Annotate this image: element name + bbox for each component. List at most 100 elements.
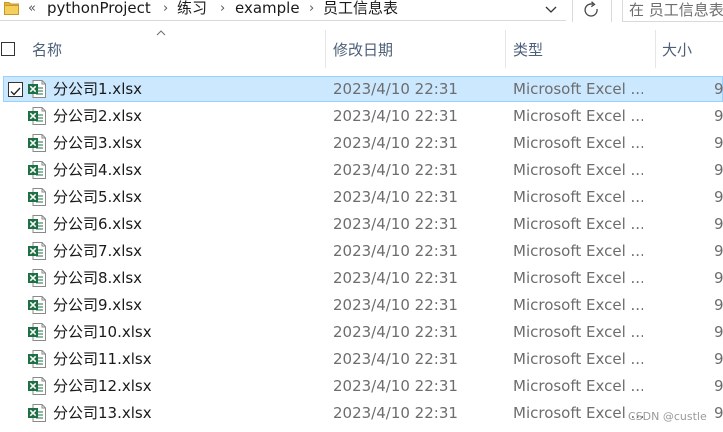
column-header: 名称 修改日期 类型 大小 [0,24,723,76]
excel-file-icon [27,187,47,207]
file-name: 分公司5.xlsx [53,188,143,206]
file-name: 分公司4.xlsx [53,161,143,179]
search-input[interactable] [629,0,723,19]
file-row[interactable]: 分公司5.xlsx 2023/4/10 22:31 Microsoft Exce… [0,184,723,211]
file-size: 9 [714,161,723,179]
file-date: 2023/4/10 22:31 [333,215,458,233]
file-row[interactable]: 分公司13.xlsx 2023/4/10 22:31 Microsoft Exc… [0,400,723,427]
excel-file-icon [27,106,47,126]
file-type: Microsoft Excel ... [513,134,643,152]
file-name: 分公司12.xlsx [53,377,152,395]
file-size: 9 [714,296,723,314]
breadcrumb-separator[interactable]: › [220,0,225,17]
file-name: 分公司7.xlsx [53,242,143,260]
column-header-size[interactable]: 大小 [662,40,692,60]
file-date: 2023/4/10 22:31 [333,323,458,341]
breadcrumb-pythonproject[interactable]: pythonProject [47,0,151,17]
file-size: 9 [714,188,723,206]
file-name: 分公司6.xlsx [53,215,143,233]
excel-file-icon [27,403,47,423]
excel-file-icon [27,322,47,342]
file-size: 9 [714,377,723,395]
excel-file-icon [27,79,47,99]
file-name: 分公司10.xlsx [53,323,152,341]
file-type: Microsoft Excel ... [513,269,643,287]
search-box[interactable] [622,0,723,22]
file-date: 2023/4/10 22:31 [333,242,458,260]
file-date: 2023/4/10 22:31 [333,404,458,422]
file-row[interactable]: 分公司12.xlsx 2023/4/10 22:31 Microsoft Exc… [0,373,723,400]
file-name: 分公司3.xlsx [53,134,143,152]
folder-icon [4,2,19,15]
file-name: 分公司1.xlsx [53,80,143,98]
file-date: 2023/4/10 22:31 [333,107,458,125]
breadcrumb-员工信息表[interactable]: 员工信息表 [323,0,398,17]
refresh-icon [584,1,598,17]
overflow-breadcrumb-button[interactable]: « [28,0,36,17]
file-row[interactable]: 分公司6.xlsx 2023/4/10 22:31 Microsoft Exce… [0,211,723,238]
file-type: Microsoft Excel ... [513,377,643,395]
file-row[interactable]: 分公司11.xlsx 2023/4/10 22:31 Microsoft Exc… [0,346,723,373]
file-row[interactable]: 分公司4.xlsx 2023/4/10 22:31 Microsoft Exce… [0,157,723,184]
file-size: 9 [714,269,723,287]
file-date: 2023/4/10 22:31 [333,161,458,179]
row-checkbox[interactable] [8,82,23,97]
file-size: 9 [714,215,723,233]
file-date: 2023/4/10 22:31 [333,350,458,368]
column-header-name[interactable]: 名称 [32,40,62,60]
address-box[interactable]: « pythonProject › 练习 › example › 员工信息表 [0,0,566,21]
breadcrumb-example[interactable]: example [235,0,300,17]
watermark: CSDN @custle [628,410,707,423]
breadcrumb-练习[interactable]: 练习 [177,0,207,17]
breadcrumb-separator[interactable]: › [309,0,314,17]
column-divider[interactable] [655,30,656,68]
file-date: 2023/4/10 22:31 [333,269,458,287]
column-divider[interactable] [505,30,506,68]
file-date: 2023/4/10 22:31 [333,134,458,152]
file-row[interactable]: 分公司10.xlsx 2023/4/10 22:31 Microsoft Exc… [0,319,723,346]
file-name: 分公司2.xlsx [53,107,143,125]
chevron-down-icon[interactable] [540,0,562,20]
file-date: 2023/4/10 22:31 [333,188,458,206]
breadcrumb-separator[interactable]: › [163,0,168,17]
checkmark-icon [10,87,21,96]
excel-file-icon [27,241,47,261]
file-type: Microsoft Excel ... [513,80,643,98]
file-name: 分公司13.xlsx [53,404,152,422]
file-type: Microsoft Excel ... [513,242,643,260]
excel-file-icon [27,214,47,234]
file-row[interactable]: 分公司7.xlsx 2023/4/10 22:31 Microsoft Exce… [0,238,723,265]
file-size: 9 [714,350,723,368]
file-name: 分公司8.xlsx [53,269,143,287]
column-header-date[interactable]: 修改日期 [333,40,393,60]
excel-file-icon [27,376,47,396]
file-row[interactable]: 分公司1.xlsx 2023/4/10 22:31 Microsoft Exce… [0,76,723,103]
file-row[interactable]: 分公司8.xlsx 2023/4/10 22:31 Microsoft Exce… [0,265,723,292]
file-size: 9 [714,107,723,125]
file-type: Microsoft Excel ... [513,188,643,206]
excel-file-icon [27,160,47,180]
file-size: 9 [714,80,723,98]
file-list: 分公司1.xlsx 2023/4/10 22:31 Microsoft Exce… [0,76,723,432]
file-date: 2023/4/10 22:31 [333,296,458,314]
refresh-button[interactable] [572,0,612,22]
select-all-checkbox[interactable] [1,42,15,56]
file-type: Microsoft Excel ... [513,323,643,341]
column-header-type[interactable]: 类型 [513,40,543,60]
file-size: 9 [714,323,723,341]
column-divider[interactable] [325,30,326,68]
file-row[interactable]: 分公司3.xlsx 2023/4/10 22:31 Microsoft Exce… [0,130,723,157]
file-type: Microsoft Excel ... [513,350,643,368]
file-date: 2023/4/10 22:31 [333,377,458,395]
file-size: 9 [714,404,723,422]
file-type: Microsoft Excel ... [513,296,643,314]
file-size: 9 [714,242,723,260]
file-row[interactable]: 分公司2.xlsx 2023/4/10 22:31 Microsoft Exce… [0,103,723,130]
file-row[interactable]: 分公司9.xlsx 2023/4/10 22:31 Microsoft Exce… [0,292,723,319]
file-type: Microsoft Excel ... [513,107,643,125]
file-size: 9 [714,134,723,152]
file-name: 分公司9.xlsx [53,296,143,314]
excel-file-icon [27,268,47,288]
file-name: 分公司11.xlsx [53,350,152,368]
file-type: Microsoft Excel ... [513,161,643,179]
